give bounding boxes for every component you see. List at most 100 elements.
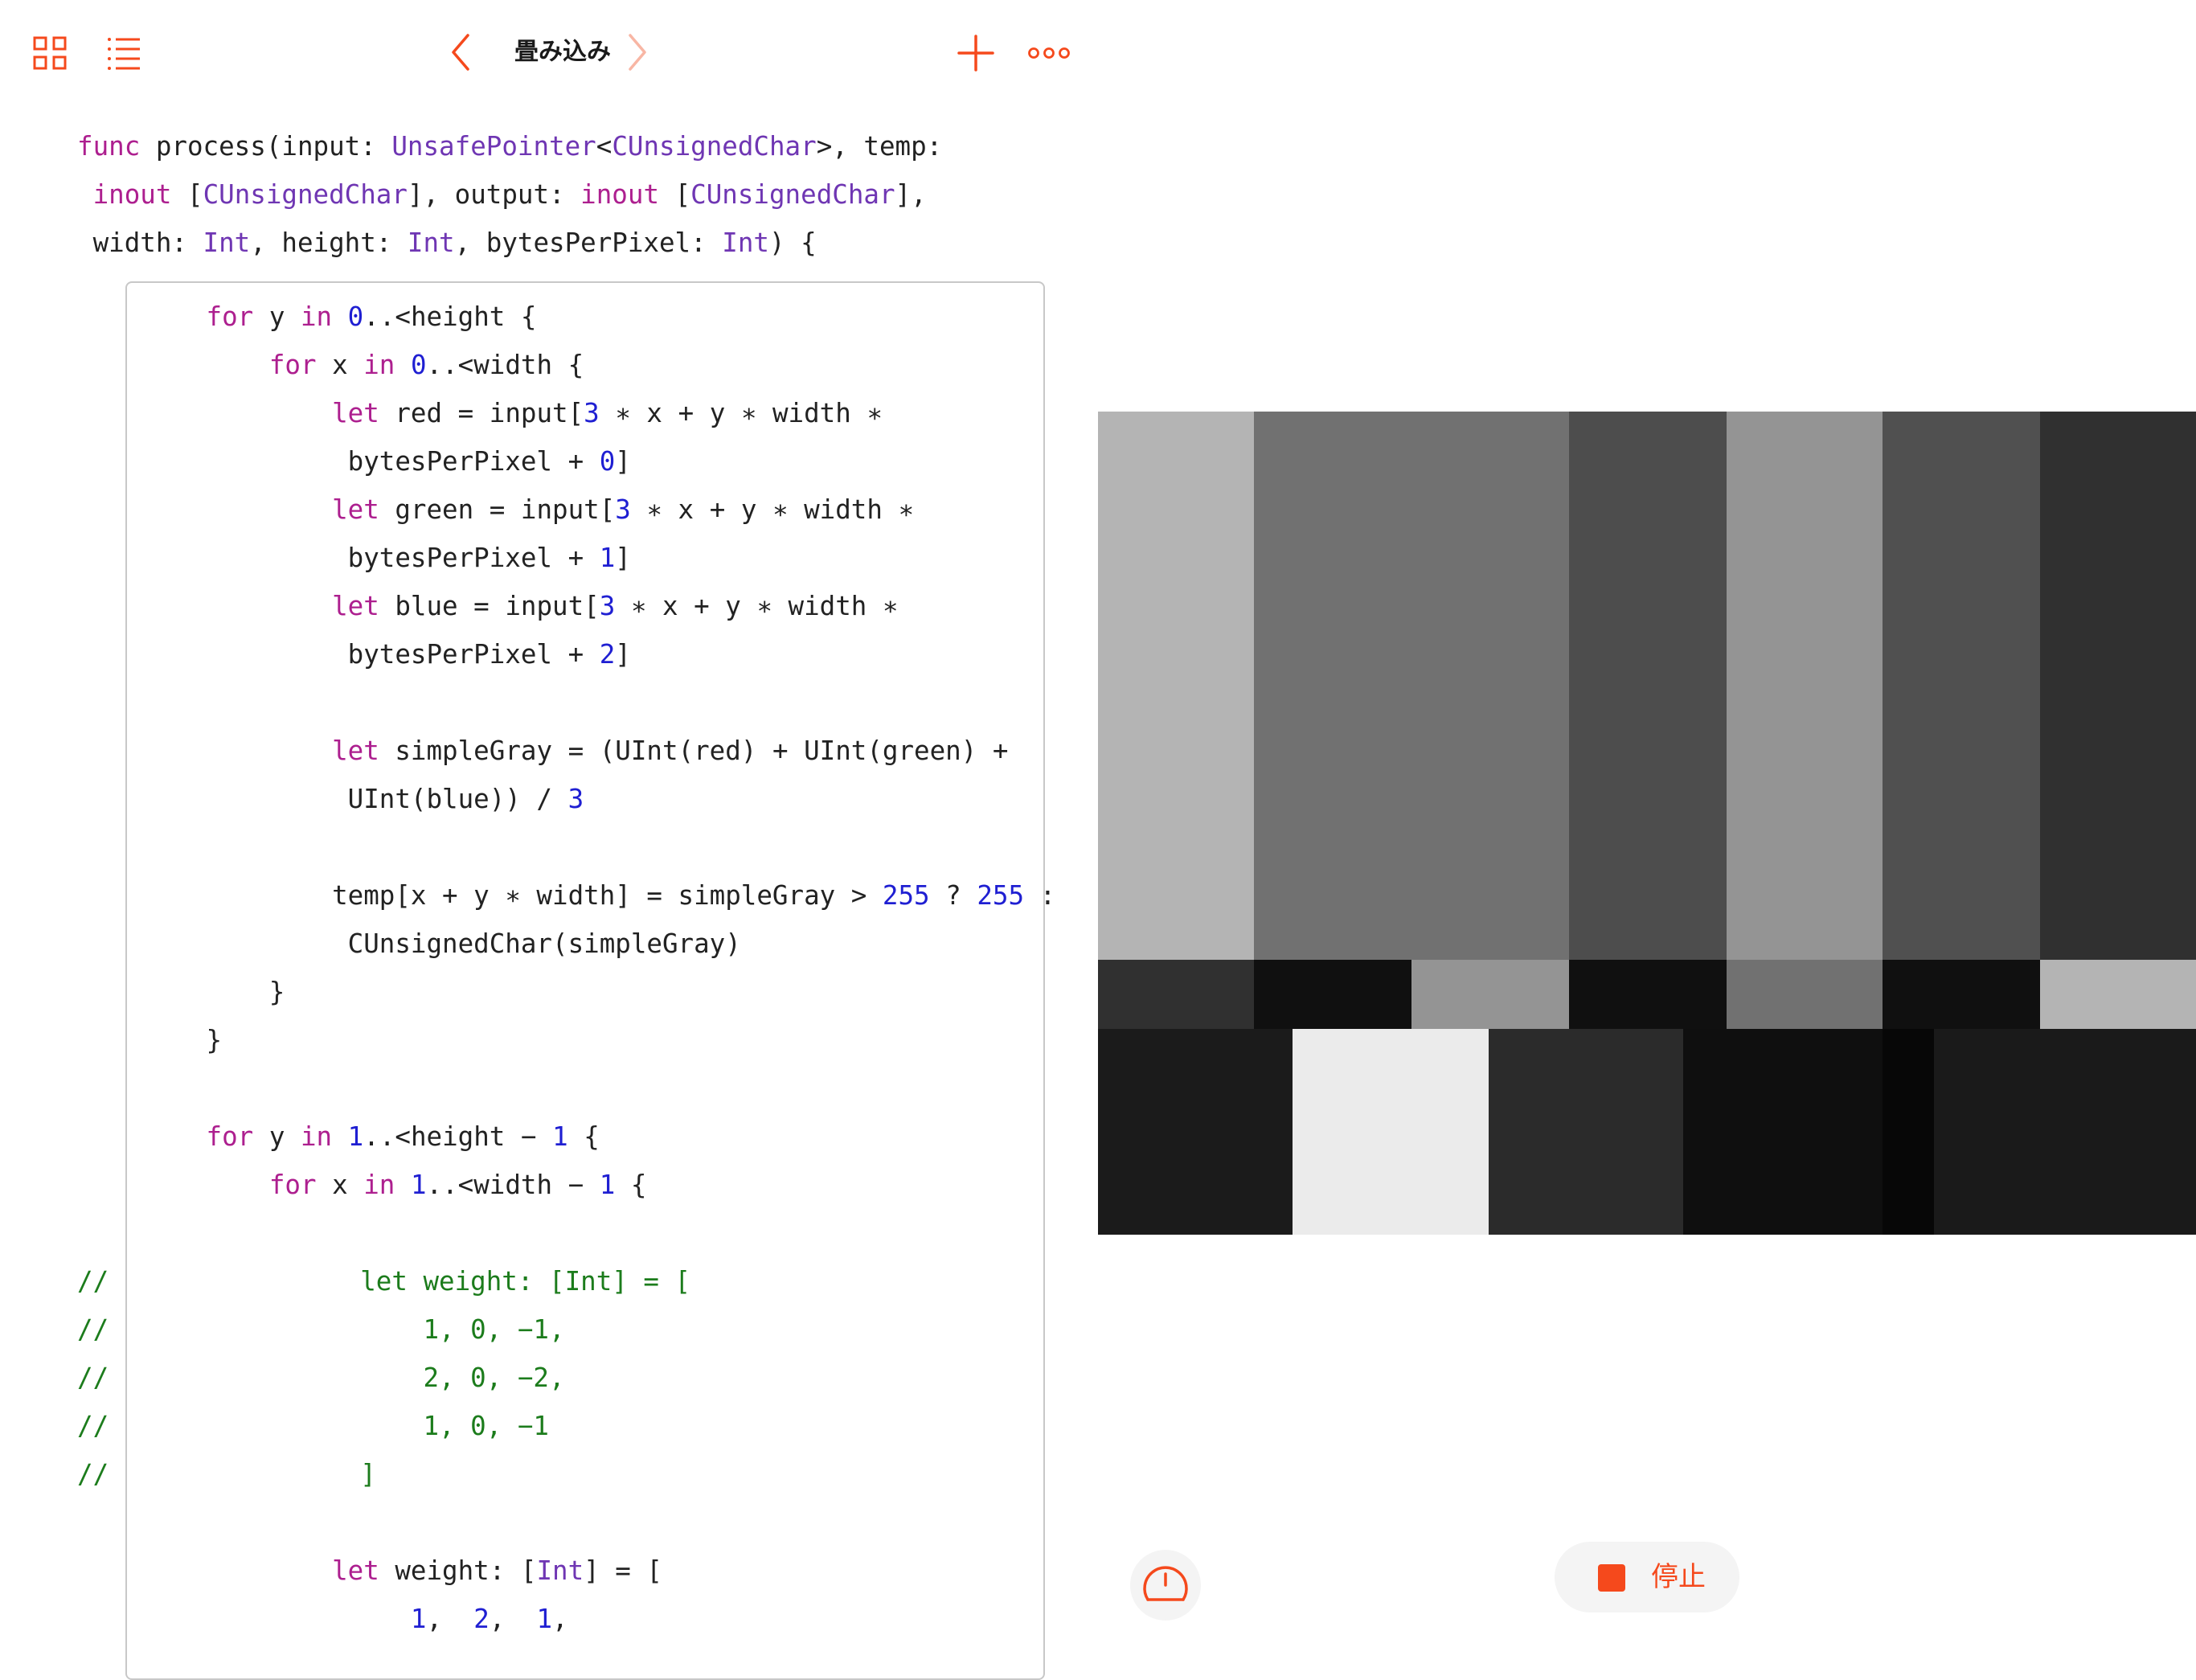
code-line: // 1, 0, −1, [77, 1305, 565, 1354]
code-token: ..<width − [426, 1170, 600, 1200]
code-token: , [552, 1604, 568, 1634]
code-token: CUnsignedChar [690, 179, 895, 210]
code-token: < [596, 131, 613, 162]
code-token: inout [580, 179, 660, 210]
code-token: 0 [347, 301, 364, 332]
code-line: for x in 0..<width { [80, 341, 584, 389]
preview-pixel-block [1727, 891, 1883, 960]
preview-pixel-block [1254, 823, 1411, 891]
code-token: ] [615, 446, 631, 477]
code-line: // 2, 0, −2, [77, 1354, 565, 1402]
code-token: // 2, 0, −2, [77, 1362, 565, 1393]
stop-label: 停止 [1651, 1561, 1706, 1593]
code-token: weight: [ [379, 1555, 537, 1586]
code-token: y [253, 301, 301, 332]
code-line: bytesPerPixel + 2] [80, 630, 631, 678]
code-token: 1 [536, 1604, 553, 1634]
code-token: { [567, 1121, 600, 1152]
code-token: 2 [599, 639, 616, 670]
code-token: inout [92, 179, 172, 210]
code-token: y [253, 1121, 301, 1152]
preview-pixel-block [1489, 1166, 1683, 1235]
preview-pixel-block [1098, 480, 1254, 548]
code-token: ], [895, 179, 927, 210]
preview-pixel-block [1569, 480, 1727, 548]
preview-pixel-block [1098, 1029, 1293, 1097]
code-line: for y in 1..<height − 1 { [80, 1112, 600, 1161]
preview-pixel-block [1883, 891, 2040, 960]
code-token: >, temp: [816, 131, 943, 162]
preview-pixel-block [1098, 891, 1254, 960]
stop-button[interactable]: 停止 [1555, 1542, 1739, 1612]
speed-button[interactable] [1130, 1550, 1201, 1621]
preview-pixel-block [1254, 480, 1411, 548]
code-token: let [332, 494, 379, 525]
code-token: in [300, 1121, 333, 1152]
gauge-icon [1143, 1566, 1188, 1601]
code-line: bytesPerPixel + 1] [80, 534, 631, 582]
code-token: in [363, 1170, 395, 1200]
preview-pixel-block [1727, 412, 1883, 480]
preview-pixel-block [1883, 1097, 1934, 1166]
code-token: CUnsignedChar [612, 131, 817, 162]
code-token: let [332, 591, 379, 621]
code-line: } [80, 1016, 223, 1064]
code-token: 1 [599, 543, 616, 573]
code-token: 3 [615, 494, 631, 525]
code-token: let [332, 398, 379, 428]
code-token: ] [615, 639, 631, 670]
code-token: // let weight: [Int] = [ [77, 1266, 691, 1297]
preview-pixel-block [1293, 1029, 1489, 1097]
code-token: , height: [250, 227, 408, 258]
preview-pixel-block [1683, 1029, 1883, 1097]
preview-pixel-block [1727, 480, 1883, 548]
preview-pixel-block [1411, 686, 1569, 754]
code-line: let red = input[3 ∗ x + y ∗ width ∗ [80, 389, 883, 437]
code-line: for x in 1..<width − 1 { [80, 1161, 647, 1209]
code-line: } [80, 968, 285, 1016]
code-token: in [363, 350, 395, 380]
code-line: bytesPerPixel + 0] [80, 437, 631, 486]
preview-pixel-block [1098, 1097, 1293, 1166]
preview-pixel-block [1883, 617, 2040, 686]
code-token: x [316, 1170, 364, 1200]
preview-pixel-block [1254, 412, 1411, 480]
preview-pixel-block [1411, 823, 1569, 891]
code-token: 3 [584, 398, 600, 428]
code-token: 1 [410, 1170, 427, 1200]
preview-pixel-block [1489, 1029, 1683, 1097]
preview-pixel-block [1883, 480, 2040, 548]
preview-pixel-block [1254, 891, 1411, 960]
preview-pixel-block [1098, 823, 1254, 891]
code-token: 0 [599, 446, 616, 477]
code-token: bytesPerPixel + [80, 543, 600, 573]
code-token: bytesPerPixel + [80, 639, 600, 670]
preview-pixel-block [2040, 686, 2196, 754]
code-editor[interactable]: func process(input: UnsafePointer<CUnsig… [0, 0, 1061, 1646]
code-token: 2 [473, 1604, 490, 1634]
code-token: ..<height − [363, 1121, 553, 1152]
preview-pixel-block [1883, 823, 2040, 891]
code-token: green = input[ [379, 494, 616, 525]
preview-pixel-block [2040, 823, 2196, 891]
code-token: CUnsignedChar [203, 179, 408, 210]
preview-pixel-block [1727, 617, 1883, 686]
preview-pixel-block [1883, 548, 2040, 617]
preview-pixel-block [1569, 891, 1727, 960]
preview-pixel-block [1569, 686, 1727, 754]
code-token: 3 [599, 591, 616, 621]
code-token: for [206, 301, 254, 332]
code-token: 255 [977, 880, 1025, 911]
preview-pixel-block [1098, 754, 1254, 823]
preview-pixel-block [1569, 548, 1727, 617]
live-view [1098, 412, 2196, 1235]
preview-pixel-block [1411, 480, 1569, 548]
code-token: 1 [347, 1121, 364, 1152]
preview-pixel-block [1569, 960, 1727, 1029]
